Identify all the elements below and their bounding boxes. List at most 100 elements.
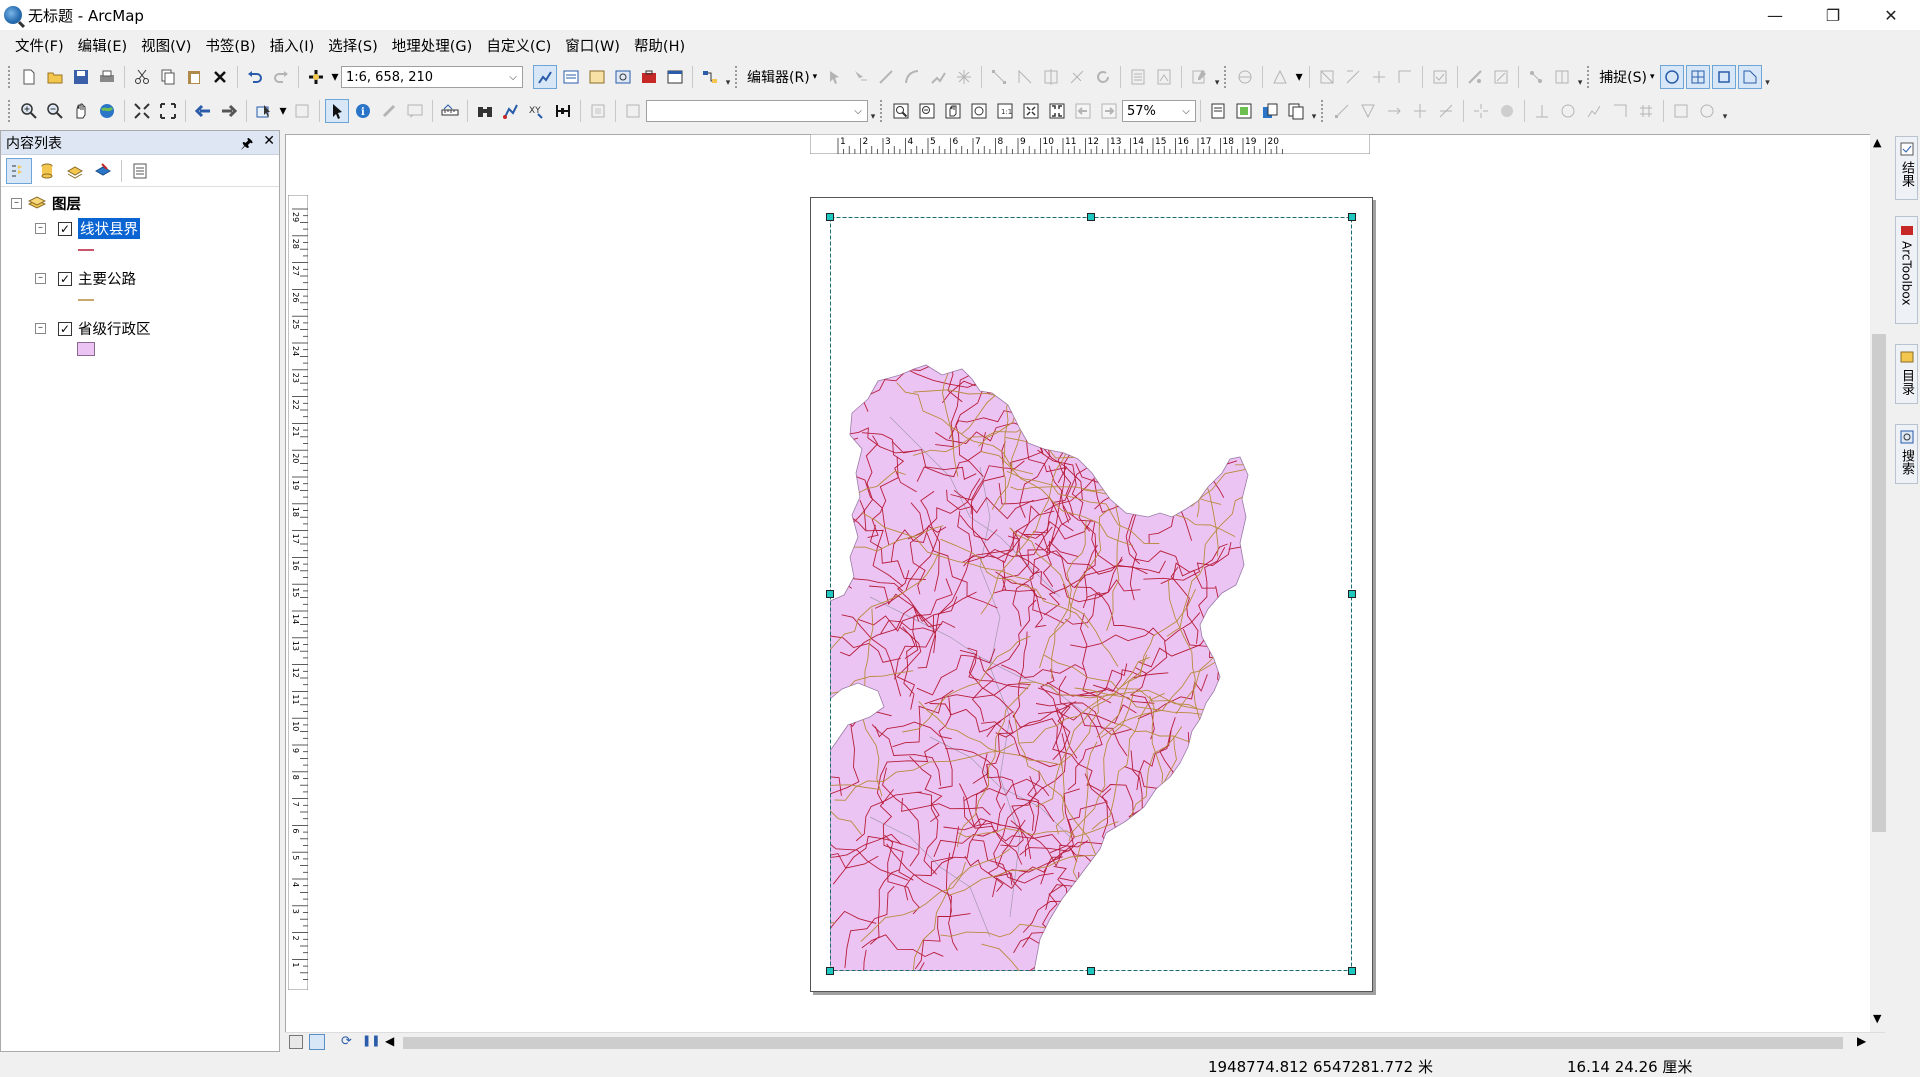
resize-handle-se[interactable] xyxy=(1348,967,1356,975)
menu-windows[interactable]: 窗口(W) xyxy=(558,35,627,56)
toolbar-grip[interactable] xyxy=(1224,66,1228,88)
close-icon[interactable]: ✕ xyxy=(263,133,275,157)
scroll-down-icon[interactable]: ▼ xyxy=(1873,1012,1881,1025)
select-features-icon[interactable] xyxy=(252,99,276,123)
collapse-icon[interactable]: – xyxy=(35,323,46,334)
toolbar-grip[interactable] xyxy=(8,66,12,88)
clear-selection-icon[interactable] xyxy=(290,99,314,123)
toc-layer-provinces[interactable]: – ✓ 省级行政区 xyxy=(35,318,151,339)
resize-handle-s[interactable] xyxy=(1087,967,1095,975)
layout-pan-icon[interactable] xyxy=(941,99,965,123)
python-window-icon[interactable] xyxy=(663,65,687,89)
editor-menu-button[interactable]: 编辑器(R) ▾ xyxy=(743,67,821,87)
zoom-out-icon[interactable] xyxy=(43,99,67,123)
hyperlink-icon[interactable] xyxy=(377,99,401,123)
edit-vertices-icon[interactable] xyxy=(987,65,1011,89)
end-point-arc-icon[interactable] xyxy=(900,65,924,89)
undo-icon[interactable] xyxy=(243,65,267,89)
measure-icon[interactable] xyxy=(438,99,462,123)
catalog-tab[interactable]: 目录 xyxy=(1895,344,1918,404)
zoom-100-icon[interactable]: 1:1 xyxy=(993,99,1017,123)
topology-edit-icon[interactable] xyxy=(1341,65,1365,89)
layer-visibility-checkbox[interactable]: ✓ xyxy=(58,221,72,236)
options-icon[interactable] xyxy=(127,158,153,184)
restore-button[interactable]: ❐ xyxy=(1804,0,1862,30)
data-frame[interactable] xyxy=(830,217,1352,971)
resize-handle-n[interactable] xyxy=(1087,213,1095,221)
arctoolbox-icon[interactable] xyxy=(637,65,661,89)
layer-label[interactable]: 线状县界 xyxy=(78,218,140,239)
fixed-layout-zoom-out-icon[interactable] xyxy=(1045,99,1069,123)
toolbar-grip[interactable] xyxy=(735,66,739,88)
horizontal-scroll-thumb[interactable] xyxy=(403,1037,1843,1049)
horizontal-scrollbar[interactable]: ⟳ ❚❚ ◀ ▶ xyxy=(285,1032,1885,1052)
collapse-icon[interactable]: – xyxy=(35,223,46,234)
toolbar-overflow-icon[interactable]: ▾ xyxy=(868,100,878,122)
layout-zoom-out-icon[interactable] xyxy=(915,99,939,123)
vertical-scroll-thumb[interactable] xyxy=(1872,334,1886,832)
edit-annotation-icon[interactable] xyxy=(848,65,872,89)
sketch-properties-icon[interactable] xyxy=(1152,65,1176,89)
cut-polygons-icon[interactable] xyxy=(1039,65,1063,89)
explode-icon[interactable] xyxy=(1469,99,1493,123)
edge-snapping-icon[interactable] xyxy=(1737,65,1762,89)
sphere-icon[interactable] xyxy=(1495,99,1519,123)
network-editing-icon[interactable] xyxy=(1524,65,1548,89)
menu-help[interactable]: 帮助(H) xyxy=(627,35,692,56)
create-viewer-window-icon[interactable] xyxy=(586,99,610,123)
advanced-edit-icon[interactable] xyxy=(1669,99,1693,123)
close-window-button[interactable]: ✕ xyxy=(1862,0,1920,30)
snapping-menu-button[interactable]: 捕捉(S) ▾ xyxy=(1595,67,1658,87)
list-by-visibility-icon[interactable] xyxy=(62,158,88,184)
toolbar-overflow-icon[interactable]: ▾ xyxy=(723,66,733,88)
find-icon[interactable] xyxy=(473,99,497,123)
topology-icon[interactable] xyxy=(1268,65,1292,89)
reshape-icon[interactable] xyxy=(1330,99,1354,123)
toc-layer-county-boundary[interactable]: – ✓ 线状县界 xyxy=(35,218,140,239)
zoom-percent-combo[interactable]: 57% ⌵ xyxy=(1122,100,1196,122)
layer-label[interactable]: 主要公路 xyxy=(78,268,136,289)
layers-root[interactable]: – 图层 xyxy=(11,193,81,214)
modify-icon[interactable] xyxy=(1356,99,1380,123)
results-tab[interactable]: 结果 xyxy=(1895,136,1918,200)
trim-icon[interactable] xyxy=(1408,99,1432,123)
full-extent-icon[interactable] xyxy=(95,99,119,123)
focus-data-frame-icon[interactable] xyxy=(1232,99,1256,123)
legend-symbol-line[interactable] xyxy=(76,297,96,303)
rotate-icon[interactable] xyxy=(1091,65,1115,89)
fixed-zoom-out-icon[interactable] xyxy=(156,99,180,123)
list-by-drawing-order-icon[interactable] xyxy=(6,157,32,184)
print-icon[interactable] xyxy=(95,65,119,89)
menu-view[interactable]: 视图(V) xyxy=(134,35,198,56)
menu-customize[interactable]: 自定义(C) xyxy=(479,35,558,56)
georeferencing-icon[interactable] xyxy=(1233,65,1257,89)
spatial-adjust-icon[interactable] xyxy=(1556,99,1580,123)
find-route-icon[interactable] xyxy=(499,99,523,123)
layout-forward-extent-icon[interactable] xyxy=(1097,99,1121,123)
search-tab[interactable]: 搜索 xyxy=(1895,424,1918,484)
chevron-down-icon[interactable]: ▾ xyxy=(1294,65,1304,89)
paste-icon[interactable] xyxy=(182,65,206,89)
map-topology-icon[interactable] xyxy=(1315,65,1339,89)
list-by-source-icon[interactable] xyxy=(34,158,60,184)
go-to-xy-icon[interactable]: XY xyxy=(525,99,549,123)
redo-icon[interactable] xyxy=(269,65,293,89)
model-builder-icon[interactable] xyxy=(698,65,722,89)
fix-topology-error-icon[interactable] xyxy=(1463,65,1487,89)
toggle-draft-mode-icon[interactable] xyxy=(1206,99,1230,123)
vertical-scrollbar[interactable]: ▲ ▼ xyxy=(1870,134,1888,1034)
resize-handle-w[interactable] xyxy=(826,590,834,598)
collapse-icon[interactable]: – xyxy=(11,198,22,209)
resize-handle-e[interactable] xyxy=(1348,590,1356,598)
cut-icon[interactable] xyxy=(130,65,154,89)
layer-visibility-checkbox[interactable]: ✓ xyxy=(58,321,72,336)
scroll-up-icon[interactable]: ▲ xyxy=(1873,136,1881,149)
construct-features-icon[interactable] xyxy=(1393,65,1417,89)
menu-selection[interactable]: 选择(S) xyxy=(321,35,385,56)
collapse-icon[interactable]: – xyxy=(35,273,46,284)
layer-combo[interactable]: ⌵ xyxy=(646,100,868,122)
toolbar-grip[interactable] xyxy=(880,100,884,122)
chevron-down-icon[interactable]: ▾ xyxy=(278,99,288,123)
end-snapping-icon[interactable] xyxy=(1685,65,1710,89)
toolbar-overflow-icon[interactable]: ▾ xyxy=(1212,66,1222,88)
